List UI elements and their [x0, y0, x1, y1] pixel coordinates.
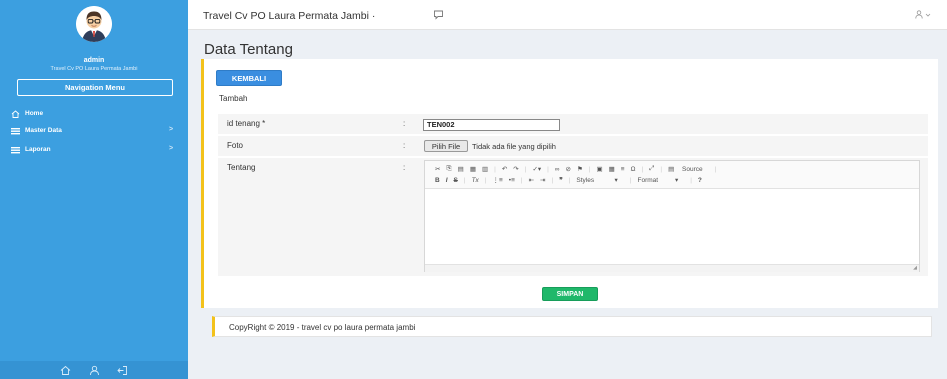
format-dropdown[interactable]: Format ▾ — [638, 176, 685, 184]
maximize-icon[interactable]: ⤢ — [649, 165, 654, 173]
unlink-icon[interactable]: ⊘ — [566, 165, 571, 173]
page-footer: CopyRight © 2019 - travel cv po laura pe… — [212, 316, 932, 337]
horizontal-line-icon[interactable]: ≡ — [621, 166, 625, 173]
source-button[interactable]: ▤ Source — [668, 165, 709, 173]
sidebar-user-subtitle: Travel Cv PO Laura Permata Jambi — [50, 66, 138, 72]
redo-icon[interactable]: ↷ — [513, 165, 518, 173]
help-icon[interactable]: ? — [698, 177, 702, 184]
chat-icon[interactable] — [433, 9, 444, 20]
toolbar-separator: | — [690, 176, 692, 184]
image-icon[interactable]: ▣ — [596, 165, 602, 173]
toolbar-separator: | — [714, 165, 717, 173]
styles-label: Styles — [576, 177, 595, 184]
sidebar-item-label: Home — [25, 110, 44, 117]
spellcheck-icon[interactable]: ✓▾ — [532, 165, 541, 173]
chevron-down-icon: ▾ — [674, 177, 679, 184]
editor-toolbar-row-2: B I S | Tx | ⋮≡ •≡ | ⇤ ⇥ | ❞ | Styles ▾ … — [435, 176, 708, 185]
rich-text-editor[interactable]: ✂ ⎘ ▤ ▦ ▥ | ↶ ↷ | ✓▾ | ∞ ⊘ ⚑ | ▣ ▦ ≡ Ω |… — [424, 160, 920, 272]
sidebar-item-home[interactable]: Home — [0, 107, 188, 121]
avatar[interactable] — [76, 6, 112, 42]
form-row-id: id tenang * : — [218, 114, 928, 134]
special-char-icon[interactable]: Ω — [631, 166, 636, 173]
save-button[interactable]: SIMPAN — [542, 287, 598, 301]
user-menu-icon[interactable] — [915, 10, 931, 19]
italic-icon[interactable]: I — [446, 177, 448, 184]
editor-toolbar-row-1: ✂ ⎘ ▤ ▦ ▥ | ↶ ↷ | ✓▾ | ∞ ⊘ ⚑ | ▣ ▦ ≡ Ω |… — [435, 165, 722, 173]
colon: : — [403, 119, 406, 128]
page-title: Data Tentang — [204, 41, 293, 58]
link-icon[interactable]: ∞ — [555, 166, 560, 173]
colon: : — [403, 141, 406, 150]
table-icon[interactable]: ▦ — [609, 165, 615, 173]
toolbar-separator: | — [494, 165, 496, 173]
styles-dropdown[interactable]: Styles ▾ — [576, 176, 623, 184]
anchor-icon[interactable]: ⚑ — [577, 165, 583, 173]
paste-icon[interactable]: ▤ — [458, 165, 464, 173]
toolbar-separator: | — [588, 165, 591, 173]
numbered-list-icon[interactable]: ⋮≡ — [493, 176, 503, 184]
toolbar-separator: | — [551, 176, 554, 184]
outdent-icon[interactable]: ⇤ — [529, 176, 534, 184]
user-icon[interactable] — [89, 365, 100, 376]
form-row-foto: Foto : — [218, 136, 928, 156]
chevron-down-icon: ▾ — [614, 177, 618, 184]
navigation-menu-header: Navigation Menu — [17, 79, 173, 96]
toolbar-separator: | — [520, 176, 523, 184]
sidebar-user-name: admin — [83, 57, 105, 64]
file-status: Tidak ada file yang dipilih — [472, 142, 556, 151]
indent-icon[interactable]: ⇥ — [540, 176, 545, 184]
chevron-right-icon: > — [169, 145, 174, 152]
copy-icon[interactable]: ⎘ — [446, 165, 451, 173]
top-header: Travel Cv PO Laura Permata Jambi · — [188, 0, 947, 30]
source-icon: ▤ — [668, 166, 675, 173]
sidebar-item-label: Laporan — [25, 146, 51, 153]
source-label: Source — [682, 166, 703, 173]
editor-statusbar: ◢ — [425, 264, 919, 272]
toolbar-separator: | — [463, 176, 466, 184]
toolbar-separator: | — [629, 176, 632, 184]
list-icon — [11, 146, 20, 154]
logout-icon[interactable] — [117, 365, 128, 376]
toolbar-separator: | — [641, 165, 644, 173]
toolbar-separator: | — [568, 176, 571, 184]
cut-icon[interactable]: ✂ — [435, 165, 440, 173]
blockquote-icon[interactable]: ❞ — [559, 176, 563, 184]
back-button[interactable]: KEMBALI — [216, 70, 282, 86]
sidebar-item-label: Master Data — [25, 127, 62, 134]
tentang-label: Tentang — [227, 163, 256, 172]
editor-toolbar: ✂ ⎘ ▤ ▦ ▥ | ↶ ↷ | ✓▾ | ∞ ⊘ ⚑ | ▣ ▦ ≡ Ω |… — [425, 161, 919, 189]
bulleted-list-icon[interactable]: •≡ — [509, 177, 515, 184]
sidebar-item-master-data[interactable]: Master Data > — [0, 124, 188, 138]
id-label: id tenang * — [227, 119, 266, 128]
sidebar-item-laporan[interactable]: Laporan > — [0, 143, 188, 157]
colon: : — [403, 163, 406, 172]
sidebar-footer — [0, 361, 188, 379]
toolbar-separator: | — [484, 176, 487, 184]
header-title: Travel Cv PO Laura Permata Jambi · — [203, 10, 376, 22]
list-icon — [11, 127, 20, 135]
paste-word-icon[interactable]: ▥ — [482, 165, 488, 173]
home-icon[interactable] — [60, 365, 71, 376]
choose-file-button[interactable]: Pilih File — [424, 140, 468, 152]
format-label: Format — [637, 177, 659, 184]
chevron-right-icon: > — [169, 126, 174, 133]
undo-icon[interactable]: ↶ — [502, 165, 507, 173]
toolbar-separator: | — [660, 165, 663, 173]
resize-handle-icon[interactable]: ◢ — [913, 265, 917, 271]
toolbar-separator: | — [524, 165, 527, 173]
form-subtitle: Tambah — [219, 94, 248, 103]
remove-format-icon[interactable]: Tx — [472, 177, 479, 184]
foto-label: Foto — [227, 141, 244, 150]
bold-icon[interactable]: B — [435, 177, 440, 184]
strike-icon[interactable]: S — [454, 177, 458, 184]
sidebar: admin Travel Cv PO Laura Permata Jambi N… — [0, 0, 188, 379]
toolbar-separator: | — [547, 165, 549, 173]
id-input[interactable]: TEN002 — [423, 119, 560, 131]
paste-text-icon[interactable]: ▦ — [470, 165, 476, 173]
copyright-text: CopyRight © 2019 - travel cv po laura pe… — [229, 323, 416, 332]
home-icon — [11, 110, 20, 118]
